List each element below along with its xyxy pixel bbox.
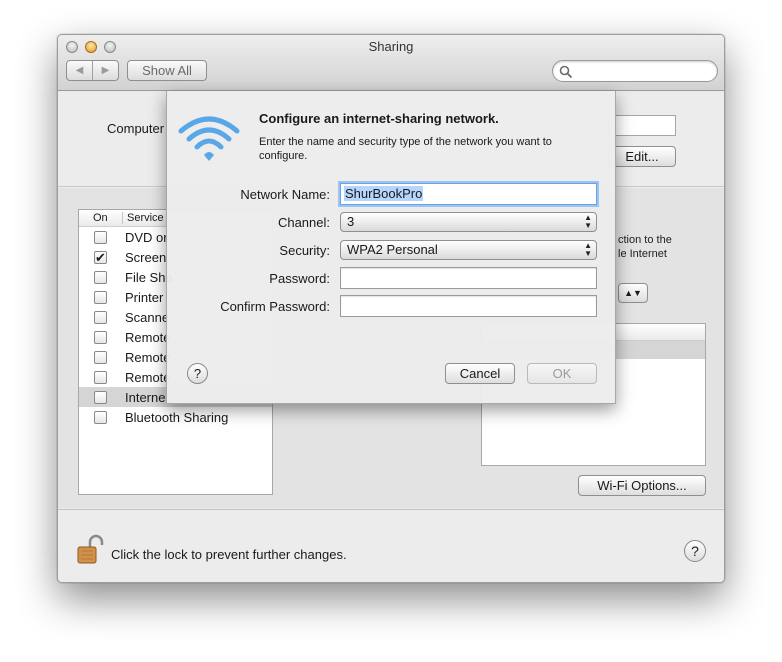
service-label: Screen [125, 250, 167, 265]
service-checkbox[interactable] [94, 371, 107, 384]
magnifier-icon [559, 65, 573, 79]
security-value: WPA2 Personal [347, 242, 438, 257]
service-checkbox[interactable] [94, 311, 107, 324]
service-checkbox[interactable] [94, 271, 107, 284]
service-checkbox[interactable] [94, 291, 107, 304]
service-checkbox[interactable] [94, 391, 107, 404]
confirm-password-field[interactable] [340, 295, 597, 317]
computer-name-field[interactable] [608, 115, 676, 136]
back-forward-control[interactable]: ◀ ▶ [66, 60, 119, 81]
service-label: Scanne [125, 310, 170, 325]
show-all-button[interactable]: Show All [127, 60, 207, 81]
window-title: Sharing [368, 39, 414, 54]
password-field[interactable] [340, 267, 597, 289]
back-arrow-icon[interactable]: ◀ [67, 61, 93, 80]
header-service[interactable]: Service [122, 212, 164, 224]
popup-arrows-icon: ▲ ▼ [584, 213, 592, 230]
configure-network-sheet: Configure an internet-sharing network. E… [166, 91, 616, 404]
channel-value: 3 [347, 214, 355, 229]
popup-arrows-icon: ▲ ▼ [584, 241, 592, 258]
sheet-help-button[interactable]: ? [187, 363, 208, 384]
lock-text: Click the lock to prevent further change… [111, 547, 347, 562]
bottom-bar: Click the lock to prevent further change… [58, 509, 724, 582]
service-label: Interne [125, 390, 166, 405]
title-bar: Sharing ◀ ▶ Show All [58, 35, 724, 91]
edit-button[interactable]: Edit... [608, 146, 676, 167]
wifi-icon [178, 116, 240, 161]
service-checkbox[interactable]: ✔ [94, 251, 107, 264]
ok-button[interactable]: OK [527, 363, 597, 384]
password-label: Password: [269, 271, 330, 286]
service-row[interactable]: Bluetooth Sharing [79, 407, 272, 427]
service-label: Remote [125, 330, 171, 345]
service-label: Printer [125, 290, 164, 305]
wifi-options-button[interactable]: Wi-Fi Options... [578, 475, 706, 496]
service-label: Remote [125, 350, 171, 365]
service-checkbox[interactable] [94, 411, 107, 424]
description-line-2: le Internet [618, 248, 667, 260]
description-line-1: ction to the [618, 234, 672, 246]
network-name-value: ShurBookPro [344, 186, 424, 201]
service-label: DVD or [125, 230, 168, 245]
header-on[interactable]: On [93, 212, 108, 224]
service-label: Bluetooth Sharing [125, 410, 229, 425]
network-name-label: Network Name: [240, 187, 330, 202]
sheet-description: Enter the name and security type of the … [259, 136, 552, 162]
channel-label: Channel: [277, 215, 330, 230]
forward-arrow-icon[interactable]: ▶ [93, 61, 118, 80]
service-checkbox[interactable] [94, 231, 107, 244]
sheet-title: Configure an internet-sharing network. [259, 111, 499, 126]
confirm-password-label: Confirm Password: [220, 299, 330, 314]
help-button[interactable]: ? [684, 540, 706, 562]
service-checkbox[interactable] [94, 351, 107, 364]
computer-name-label: Computer [107, 121, 165, 136]
security-label: Security: [279, 243, 330, 258]
search-field[interactable] [552, 60, 718, 82]
cancel-button[interactable]: Cancel [445, 363, 515, 384]
share-from-popup[interactable]: ▲▼ [618, 283, 648, 303]
service-label: Remote [125, 370, 171, 385]
channel-popup[interactable]: 3 ▲ ▼ [340, 212, 597, 232]
open-lock-icon[interactable] [76, 534, 104, 566]
service-checkbox[interactable] [94, 331, 107, 344]
network-name-field[interactable]: ShurBookPro [340, 183, 597, 205]
sharing-description: ction to the le Internet [618, 233, 672, 261]
security-popup[interactable]: WPA2 Personal ▲ ▼ [340, 240, 597, 260]
